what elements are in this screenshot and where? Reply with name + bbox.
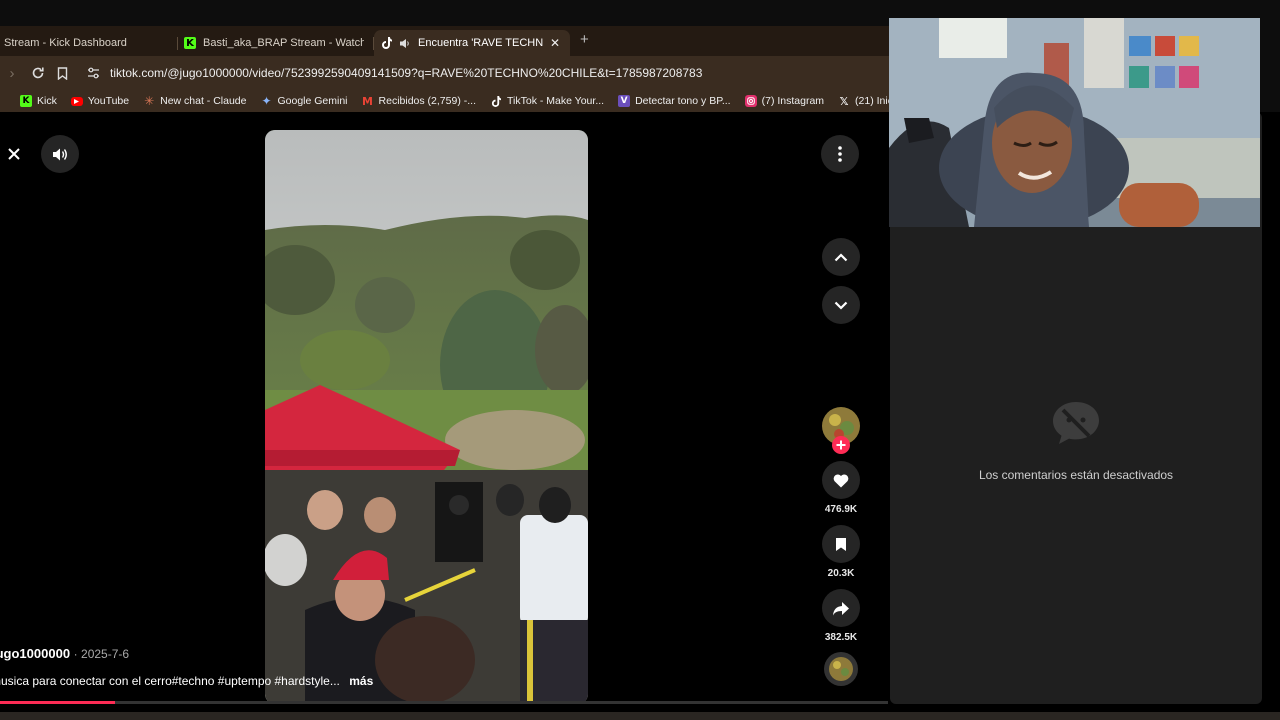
gemini-icon: ✦ <box>261 94 272 108</box>
post-date: 2025-7-6 <box>81 647 130 661</box>
browser-toolbar: › tiktok.com/@jugo1000000/video/75239925… <box>0 56 890 90</box>
progress-fill <box>0 701 116 704</box>
bookmark-label: Kick <box>37 95 57 107</box>
like-button[interactable] <box>822 461 860 499</box>
video-caption: musica para conectar con el cerro#techno… <box>0 674 373 688</box>
bookmark-label: Recibidos (2,759) -... <box>378 95 476 107</box>
tab-label: Basti_aka_BRAP Stream - Watch Live <box>203 37 364 49</box>
speaker-icon <box>399 37 411 49</box>
share-count: 382.5K <box>824 632 858 643</box>
chevron-down-icon <box>834 301 848 310</box>
follow-button[interactable] <box>832 436 850 454</box>
bookmark-icon <box>836 537 846 551</box>
share-button[interactable] <box>822 589 860 627</box>
bookmark-detectar-tono[interactable]: V Detectar tono y BP... <box>612 95 739 107</box>
comments-disabled-icon <box>1053 402 1099 444</box>
video-author-line: jugo1000000 · 2025-7-6 <box>0 646 129 661</box>
chevron-up-icon <box>834 252 848 261</box>
reload-icon[interactable] <box>26 61 50 85</box>
like-count: 476.9K <box>824 504 858 515</box>
bookmark-x[interactable]: 𝕏 (21) Inicio / X <box>832 94 890 108</box>
tiktok-icon <box>490 95 502 107</box>
tab-label: Encuentra 'RAVE TECHNO CH <box>418 37 543 49</box>
youtube-icon <box>70 96 83 106</box>
taskbar-strip <box>0 712 1280 720</box>
close-video-button[interactable] <box>0 135 33 173</box>
v-icon: V <box>618 95 631 107</box>
forward-icon[interactable]: › <box>0 61 24 85</box>
date-separator: · <box>73 647 82 661</box>
more-vertical-icon <box>838 146 842 162</box>
bookmark-label: TikTok - Make Your... <box>507 95 605 107</box>
tab-bar: Stream - Kick Dashboard K Basti_aka_BRAP… <box>0 26 890 56</box>
gmail-icon: M <box>362 94 373 108</box>
save-count: 20.3K <box>827 568 855 579</box>
address-bar[interactable]: tiktok.com/@jugo1000000/video/7523992590… <box>82 60 890 86</box>
more-link[interactable]: más <box>349 674 373 688</box>
bookmark-label: Detectar tono y BP... <box>635 95 731 107</box>
bookmark-gemini[interactable]: ✦ Google Gemini <box>254 94 355 108</box>
video-progress-bar[interactable] <box>0 701 888 704</box>
screen: Stream - Kick Dashboard K Basti_aka_BRAP… <box>0 0 1280 720</box>
bookmarks-bar: K Kick YouTube ✳ New chat - Claude ✦ Goo… <box>0 90 890 112</box>
bookmark-youtube[interactable]: YouTube <box>65 95 137 107</box>
bookmark-kick[interactable]: K Kick <box>0 95 65 107</box>
plus-icon <box>832 436 850 454</box>
volume-icon <box>53 148 67 160</box>
tiktok-icon <box>380 37 392 49</box>
heart-icon <box>833 473 849 487</box>
claude-icon: ✳ <box>144 94 155 108</box>
music-disc-icon <box>824 652 858 686</box>
video-frame-image <box>265 130 588 704</box>
new-tab-button[interactable]: + <box>570 31 599 52</box>
close-tab-icon[interactable]: ✕ <box>550 36 560 50</box>
tab-label: Stream - Kick Dashboard <box>4 37 127 49</box>
window-edge <box>1260 26 1280 112</box>
bookmark-label: (21) Inicio / X <box>855 95 890 107</box>
bookmark-tiktok[interactable]: TikTok - Make Your... <box>484 95 612 107</box>
site-settings-icon[interactable] <box>86 66 100 80</box>
close-icon <box>8 148 20 160</box>
bookmark-claude[interactable]: ✳ New chat - Claude <box>137 94 254 108</box>
bookmark-instagram[interactable]: (7) Instagram <box>739 95 832 107</box>
tab-kick-stream[interactable]: K Basti_aka_BRAP Stream - Watch Live <box>178 30 374 56</box>
previous-video-button[interactable] <box>822 238 860 276</box>
caption-text: musica para conectar con el cerro#techno… <box>0 674 340 688</box>
tab-kick-dashboard[interactable]: Stream - Kick Dashboard <box>0 30 178 56</box>
bookmark-label: New chat - Claude <box>160 95 247 107</box>
webcam-overlay <box>889 18 1260 227</box>
video-player[interactable] <box>265 130 588 704</box>
instagram-icon <box>744 95 757 107</box>
next-video-button[interactable] <box>822 286 860 324</box>
sound-disc-button[interactable] <box>823 651 859 687</box>
bookmark-label: (7) Instagram <box>761 95 825 107</box>
author-username[interactable]: jugo1000000 <box>0 646 70 661</box>
share-icon <box>833 601 849 615</box>
bookmark-label: YouTube <box>87 95 130 107</box>
bookmark-page-icon[interactable] <box>50 61 74 85</box>
kick-icon: K <box>20 95 32 107</box>
volume-button[interactable] <box>41 135 79 173</box>
address-url: tiktok.com/@jugo1000000/video/7523992590… <box>110 66 703 80</box>
save-button[interactable] <box>822 525 860 563</box>
more-options-button[interactable] <box>821 135 859 173</box>
bookmark-gmail[interactable]: M Recibidos (2,759) -... <box>356 94 484 108</box>
x-icon: 𝕏 <box>839 94 849 108</box>
webcam-feed-image <box>889 18 1260 227</box>
bookmark-label: Google Gemini <box>277 95 348 107</box>
comments-disabled-message: Los comentarios están desactivados <box>978 468 1174 482</box>
kick-icon: K <box>184 37 196 49</box>
tab-tiktok-active[interactable]: Encuentra 'RAVE TECHNO CH ✕ <box>374 30 570 56</box>
